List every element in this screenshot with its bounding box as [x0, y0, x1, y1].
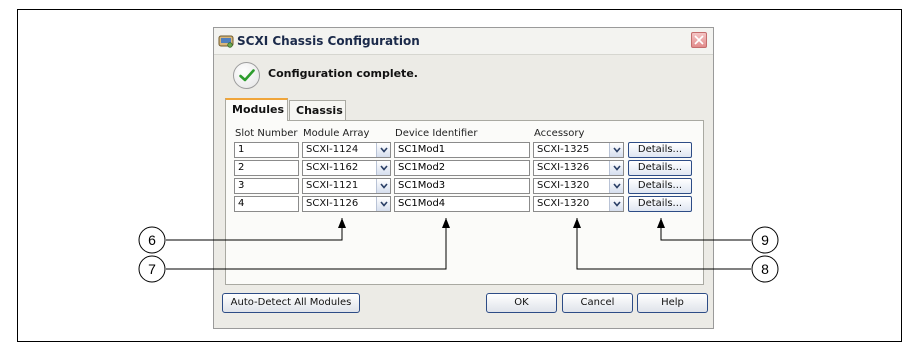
callout-9-label: 9: [761, 232, 769, 248]
callout-6-label: 6: [148, 232, 156, 248]
callout-6-leader: [166, 218, 346, 241]
callout-7-leader: [166, 218, 450, 270]
callout-6: 6: [138, 226, 166, 254]
callout-9: 9: [751, 226, 779, 254]
callout-7-label: 7: [148, 261, 156, 277]
callout-overlay: 6 7 8 9: [138, 218, 779, 283]
callout-8: 8: [751, 255, 779, 283]
tab-modules[interactable]: Modules: [225, 98, 288, 121]
callout-9-leader: [657, 218, 751, 241]
callout-7: 7: [138, 255, 166, 283]
callout-8-label: 8: [761, 261, 769, 277]
